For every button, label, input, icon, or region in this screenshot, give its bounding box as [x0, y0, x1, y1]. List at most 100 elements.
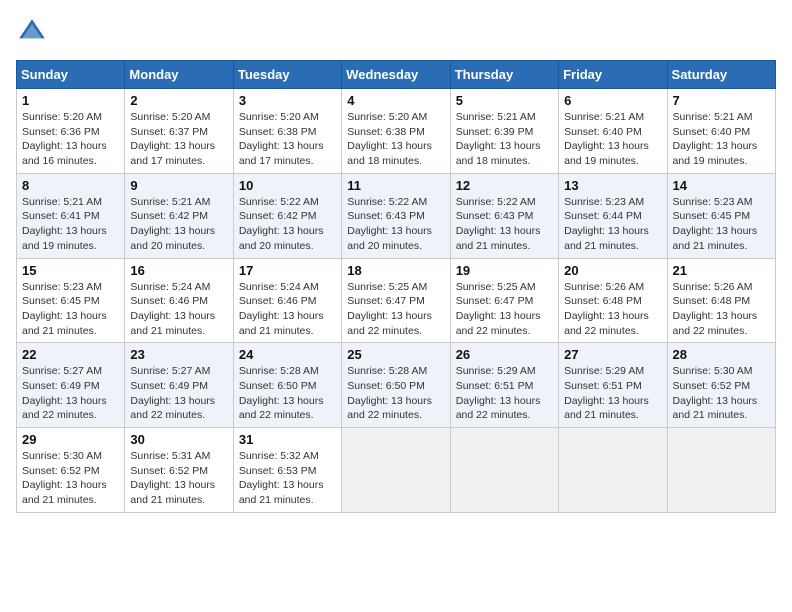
weekday-saturday: Saturday [667, 61, 775, 89]
day-info: Sunrise: 5:20 AMSunset: 6:36 PMDaylight:… [22, 111, 107, 167]
calendar-cell: 28 Sunrise: 5:30 AMSunset: 6:52 PMDaylig… [667, 343, 775, 428]
day-number: 19 [456, 263, 553, 278]
day-number: 27 [564, 347, 661, 362]
calendar-cell: 27 Sunrise: 5:29 AMSunset: 6:51 PMDaylig… [559, 343, 667, 428]
day-number: 29 [22, 432, 119, 447]
weekday-wednesday: Wednesday [342, 61, 450, 89]
day-number: 14 [673, 178, 770, 193]
day-number: 21 [673, 263, 770, 278]
calendar-cell: 5 Sunrise: 5:21 AMSunset: 6:39 PMDayligh… [450, 89, 558, 174]
weekday-tuesday: Tuesday [233, 61, 341, 89]
day-number: 20 [564, 263, 661, 278]
calendar-cell: 17 Sunrise: 5:24 AMSunset: 6:46 PMDaylig… [233, 258, 341, 343]
calendar-cell [667, 428, 775, 513]
calendar-cell: 16 Sunrise: 5:24 AMSunset: 6:46 PMDaylig… [125, 258, 233, 343]
day-number: 5 [456, 93, 553, 108]
calendar-cell: 24 Sunrise: 5:28 AMSunset: 6:50 PMDaylig… [233, 343, 341, 428]
day-info: Sunrise: 5:21 AMSunset: 6:40 PMDaylight:… [673, 111, 758, 167]
day-info: Sunrise: 5:20 AMSunset: 6:38 PMDaylight:… [239, 111, 324, 167]
day-number: 1 [22, 93, 119, 108]
day-number: 18 [347, 263, 444, 278]
calendar-cell [559, 428, 667, 513]
day-number: 28 [673, 347, 770, 362]
day-info: Sunrise: 5:21 AMSunset: 6:40 PMDaylight:… [564, 111, 649, 167]
day-info: Sunrise: 5:25 AMSunset: 6:47 PMDaylight:… [347, 281, 432, 337]
weekday-sunday: Sunday [17, 61, 125, 89]
calendar-table: SundayMondayTuesdayWednesdayThursdayFrid… [16, 60, 776, 513]
day-number: 23 [130, 347, 227, 362]
calendar-cell [450, 428, 558, 513]
calendar-cell: 10 Sunrise: 5:22 AMSunset: 6:42 PMDaylig… [233, 173, 341, 258]
calendar-cell [342, 428, 450, 513]
day-number: 12 [456, 178, 553, 193]
week-row-1: 1 Sunrise: 5:20 AMSunset: 6:36 PMDayligh… [17, 89, 776, 174]
week-row-3: 15 Sunrise: 5:23 AMSunset: 6:45 PMDaylig… [17, 258, 776, 343]
day-info: Sunrise: 5:30 AMSunset: 6:52 PMDaylight:… [22, 450, 107, 506]
day-info: Sunrise: 5:21 AMSunset: 6:39 PMDaylight:… [456, 111, 541, 167]
day-info: Sunrise: 5:24 AMSunset: 6:46 PMDaylight:… [130, 281, 215, 337]
day-number: 9 [130, 178, 227, 193]
day-number: 22 [22, 347, 119, 362]
day-number: 25 [347, 347, 444, 362]
day-info: Sunrise: 5:27 AMSunset: 6:49 PMDaylight:… [130, 365, 215, 421]
calendar-cell: 15 Sunrise: 5:23 AMSunset: 6:45 PMDaylig… [17, 258, 125, 343]
day-number: 6 [564, 93, 661, 108]
day-number: 8 [22, 178, 119, 193]
calendar-cell: 6 Sunrise: 5:21 AMSunset: 6:40 PMDayligh… [559, 89, 667, 174]
day-number: 24 [239, 347, 336, 362]
day-info: Sunrise: 5:21 AMSunset: 6:42 PMDaylight:… [130, 196, 215, 252]
day-info: Sunrise: 5:20 AMSunset: 6:37 PMDaylight:… [130, 111, 215, 167]
calendar-cell: 30 Sunrise: 5:31 AMSunset: 6:52 PMDaylig… [125, 428, 233, 513]
day-info: Sunrise: 5:20 AMSunset: 6:38 PMDaylight:… [347, 111, 432, 167]
day-info: Sunrise: 5:27 AMSunset: 6:49 PMDaylight:… [22, 365, 107, 421]
day-info: Sunrise: 5:29 AMSunset: 6:51 PMDaylight:… [564, 365, 649, 421]
day-info: Sunrise: 5:23 AMSunset: 6:44 PMDaylight:… [564, 196, 649, 252]
day-number: 30 [130, 432, 227, 447]
weekday-thursday: Thursday [450, 61, 558, 89]
day-number: 13 [564, 178, 661, 193]
calendar-cell: 19 Sunrise: 5:25 AMSunset: 6:47 PMDaylig… [450, 258, 558, 343]
calendar-cell: 3 Sunrise: 5:20 AMSunset: 6:38 PMDayligh… [233, 89, 341, 174]
calendar-cell: 13 Sunrise: 5:23 AMSunset: 6:44 PMDaylig… [559, 173, 667, 258]
calendar-cell: 8 Sunrise: 5:21 AMSunset: 6:41 PMDayligh… [17, 173, 125, 258]
day-number: 26 [456, 347, 553, 362]
calendar-cell: 18 Sunrise: 5:25 AMSunset: 6:47 PMDaylig… [342, 258, 450, 343]
day-info: Sunrise: 5:30 AMSunset: 6:52 PMDaylight:… [673, 365, 758, 421]
calendar-cell: 31 Sunrise: 5:32 AMSunset: 6:53 PMDaylig… [233, 428, 341, 513]
day-info: Sunrise: 5:32 AMSunset: 6:53 PMDaylight:… [239, 450, 324, 506]
day-number: 16 [130, 263, 227, 278]
day-info: Sunrise: 5:23 AMSunset: 6:45 PMDaylight:… [22, 281, 107, 337]
logo-icon [16, 16, 48, 48]
calendar-cell: 7 Sunrise: 5:21 AMSunset: 6:40 PMDayligh… [667, 89, 775, 174]
calendar-cell: 14 Sunrise: 5:23 AMSunset: 6:45 PMDaylig… [667, 173, 775, 258]
day-number: 2 [130, 93, 227, 108]
calendar-cell: 23 Sunrise: 5:27 AMSunset: 6:49 PMDaylig… [125, 343, 233, 428]
calendar-cell: 4 Sunrise: 5:20 AMSunset: 6:38 PMDayligh… [342, 89, 450, 174]
day-info: Sunrise: 5:26 AMSunset: 6:48 PMDaylight:… [673, 281, 758, 337]
day-number: 7 [673, 93, 770, 108]
page-header [16, 16, 776, 48]
day-info: Sunrise: 5:26 AMSunset: 6:48 PMDaylight:… [564, 281, 649, 337]
day-number: 15 [22, 263, 119, 278]
calendar-cell: 1 Sunrise: 5:20 AMSunset: 6:36 PMDayligh… [17, 89, 125, 174]
calendar-cell: 12 Sunrise: 5:22 AMSunset: 6:43 PMDaylig… [450, 173, 558, 258]
day-number: 17 [239, 263, 336, 278]
day-info: Sunrise: 5:28 AMSunset: 6:50 PMDaylight:… [239, 365, 324, 421]
day-number: 11 [347, 178, 444, 193]
calendar-cell: 25 Sunrise: 5:28 AMSunset: 6:50 PMDaylig… [342, 343, 450, 428]
weekday-header-row: SundayMondayTuesdayWednesdayThursdayFrid… [17, 61, 776, 89]
weekday-monday: Monday [125, 61, 233, 89]
day-number: 3 [239, 93, 336, 108]
calendar-cell: 26 Sunrise: 5:29 AMSunset: 6:51 PMDaylig… [450, 343, 558, 428]
calendar-cell: 9 Sunrise: 5:21 AMSunset: 6:42 PMDayligh… [125, 173, 233, 258]
day-info: Sunrise: 5:23 AMSunset: 6:45 PMDaylight:… [673, 196, 758, 252]
calendar-cell: 11 Sunrise: 5:22 AMSunset: 6:43 PMDaylig… [342, 173, 450, 258]
logo [16, 16, 52, 48]
week-row-4: 22 Sunrise: 5:27 AMSunset: 6:49 PMDaylig… [17, 343, 776, 428]
day-info: Sunrise: 5:22 AMSunset: 6:43 PMDaylight:… [347, 196, 432, 252]
day-number: 10 [239, 178, 336, 193]
calendar-body: 1 Sunrise: 5:20 AMSunset: 6:36 PMDayligh… [17, 89, 776, 513]
day-info: Sunrise: 5:21 AMSunset: 6:41 PMDaylight:… [22, 196, 107, 252]
day-number: 31 [239, 432, 336, 447]
day-info: Sunrise: 5:22 AMSunset: 6:42 PMDaylight:… [239, 196, 324, 252]
